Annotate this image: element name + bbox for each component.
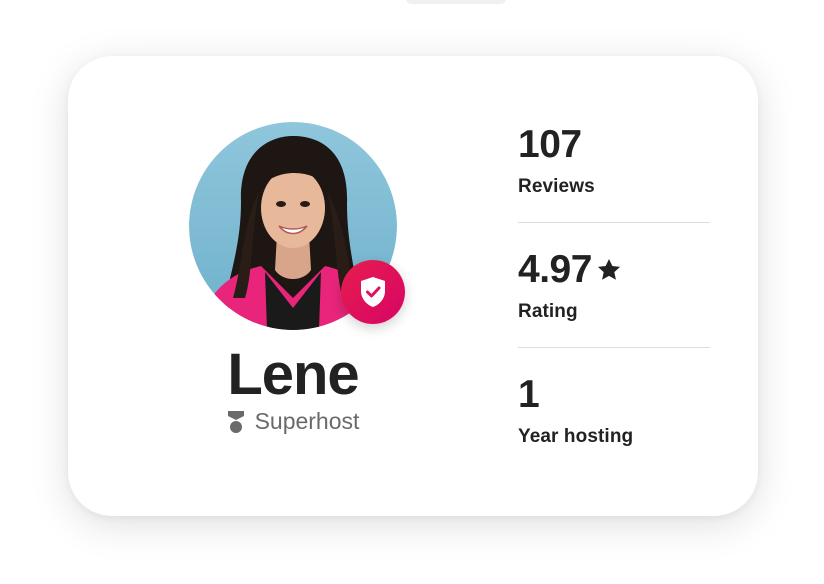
stat-rating: 4.97 Rating	[518, 247, 710, 348]
years-hosting-value: 1	[518, 373, 540, 416]
stat-value: 4.97	[518, 247, 710, 293]
stat-label: Year hosting	[518, 426, 634, 447]
shield-check-icon	[361, 277, 385, 307]
top-tab-handle[interactable]	[406, 0, 506, 4]
stat-value: 107	[518, 122, 710, 168]
stat-reviews: 107 Reviews	[518, 122, 710, 223]
stat-label: Reviews	[518, 176, 595, 197]
host-profile-card[interactable]: Lene Superhost 107 Reviews 4.97 Rating 1…	[68, 56, 758, 516]
rating-value: 4.97	[518, 248, 592, 291]
host-name: Lene	[227, 342, 359, 407]
superhost-icon	[227, 410, 244, 433]
verified-badge	[341, 260, 405, 324]
reviews-count: 107	[518, 123, 582, 166]
avatar-container	[189, 122, 405, 330]
superhost-label: Superhost	[254, 408, 360, 434]
host-profile: Lene Superhost	[188, 122, 405, 435]
host-stats: 107 Reviews 4.97 Rating 1 Year hosting	[518, 122, 710, 496]
superhost-badge: Superhost	[188, 408, 398, 435]
page: Lene Superhost 107 Reviews 4.97 Rating 1…	[0, 0, 824, 584]
stat-value: 1	[518, 372, 710, 418]
star-icon	[597, 258, 620, 280]
stat-years-hosting: 1 Year hosting	[518, 372, 710, 472]
stat-label: Rating	[518, 301, 578, 322]
